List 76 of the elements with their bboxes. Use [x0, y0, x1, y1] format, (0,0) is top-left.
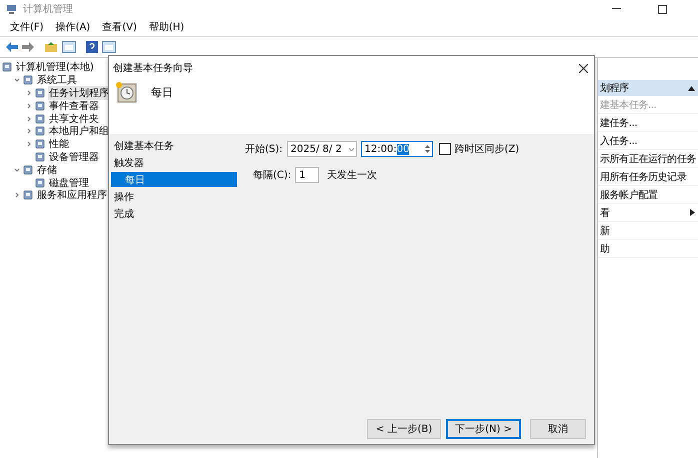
tree-item[interactable]: 设备管理器 [48, 150, 100, 164]
tree-node-icon [23, 75, 33, 86]
wizard-step[interactable]: 每日 [111, 172, 237, 187]
chevron-right-icon[interactable] [26, 116, 32, 122]
tree-node-icon [35, 88, 45, 98]
menu-item[interactable]: 文件(F) [10, 20, 44, 34]
wizard-step[interactable]: 触发器 [111, 155, 237, 170]
sync-checkbox[interactable] [438, 143, 451, 155]
tree-node-icon [35, 114, 45, 124]
menu-item[interactable]: 操作(A) [56, 20, 90, 34]
chevron-right-icon[interactable] [26, 141, 32, 148]
back-arrow-icon[interactable] [6, 42, 18, 52]
action-item[interactable]: 建任务... [600, 116, 638, 130]
tree-item[interactable]: 性能 [48, 137, 70, 152]
tree-item[interactable]: 存储 [36, 162, 58, 177]
tree-node-icon [35, 139, 45, 150]
clock-icon [115, 81, 137, 103]
action-item[interactable]: 入任务... [600, 134, 638, 148]
minimize-icon[interactable] [612, 8, 620, 10]
date-field[interactable]: 2025/ 8/ 2 [286, 141, 357, 157]
chevron-right-icon[interactable] [14, 192, 20, 198]
tree-node-icon [23, 164, 33, 175]
tree-item[interactable]: 计算机管理(本地) [15, 60, 95, 74]
action-item[interactable]: 新 [600, 224, 610, 238]
tree-item[interactable]: 任务计划程序 [48, 86, 110, 100]
tree-node-icon [35, 126, 45, 136]
wizard-step[interactable]: 创建基本任务 [111, 138, 237, 153]
console-icon[interactable] [102, 41, 116, 53]
chevron-right-icon[interactable] [26, 102, 32, 109]
window-title: 计算机管理 [23, 2, 74, 16]
spinner-icon[interactable] [424, 144, 430, 154]
tree-node-icon [23, 190, 33, 200]
collapse-arrow-icon[interactable] [688, 86, 695, 90]
chevron-down-icon[interactable] [14, 166, 20, 173]
actions-header: 划程序 [598, 80, 698, 96]
time-field[interactable]: 12:00:00 [360, 141, 433, 157]
tree-item[interactable]: 服务和应用程序 [36, 188, 108, 202]
action-item[interactable]: 看 [600, 206, 610, 220]
folder-up-icon[interactable] [44, 41, 58, 53]
wizard-step[interactable]: 完成 [111, 206, 237, 221]
tree-item[interactable]: 本地用户和组 [48, 124, 110, 138]
forward-arrow-icon[interactable] [22, 42, 34, 52]
menu-item[interactable]: 帮助(H) [148, 20, 184, 34]
action-item[interactable]: 服务帐户配置 [600, 188, 658, 202]
action-item[interactable]: 用所有任务历史记录 [600, 170, 686, 184]
every-label: 每隔(C): [253, 169, 292, 182]
help-icon[interactable] [86, 41, 98, 53]
dialog-title: 创建基本任务向导 [113, 62, 193, 75]
action-item[interactable]: 助 [600, 242, 610, 256]
tree-node-icon [35, 152, 45, 162]
step-heading: 每日 [151, 84, 173, 100]
chevron-down-icon[interactable] [14, 77, 20, 84]
days-input[interactable]: 1 [295, 167, 320, 183]
console-icon[interactable] [62, 41, 76, 53]
wizard-button[interactable]: 取消 [530, 419, 586, 439]
maximize-icon[interactable] [658, 4, 666, 14]
menu-item[interactable]: 查看(V) [102, 20, 137, 34]
close-icon[interactable] [579, 64, 588, 72]
tree-node-icon [35, 178, 45, 188]
tree-node-icon [2, 62, 12, 72]
chevron-right-icon[interactable] [26, 90, 32, 96]
chevron-right-icon[interactable] [26, 128, 32, 134]
dropdown-caret-icon[interactable] [348, 148, 354, 150]
tree-item[interactable]: 共享文件夹 [48, 112, 100, 126]
wizard-button[interactable]: < 上一步(B) [366, 419, 442, 439]
tree-node-icon [35, 100, 45, 111]
wizard-button[interactable]: 下一步(N) > [446, 419, 521, 439]
sync-label: 跨时区同步(Z) [454, 142, 520, 156]
computer-icon [6, 4, 17, 14]
tree-item[interactable]: 磁盘管理 [48, 176, 90, 190]
wizard-step[interactable]: 操作 [111, 189, 237, 204]
start-label: 开始(S): [245, 143, 283, 156]
tree-item[interactable]: 事件查看器 [48, 98, 100, 113]
action-item[interactable]: 示所有正在运行的任务 [600, 152, 696, 166]
every-suffix: 天发生一次 [327, 168, 378, 182]
tree-item[interactable]: 系统工具 [36, 73, 78, 88]
